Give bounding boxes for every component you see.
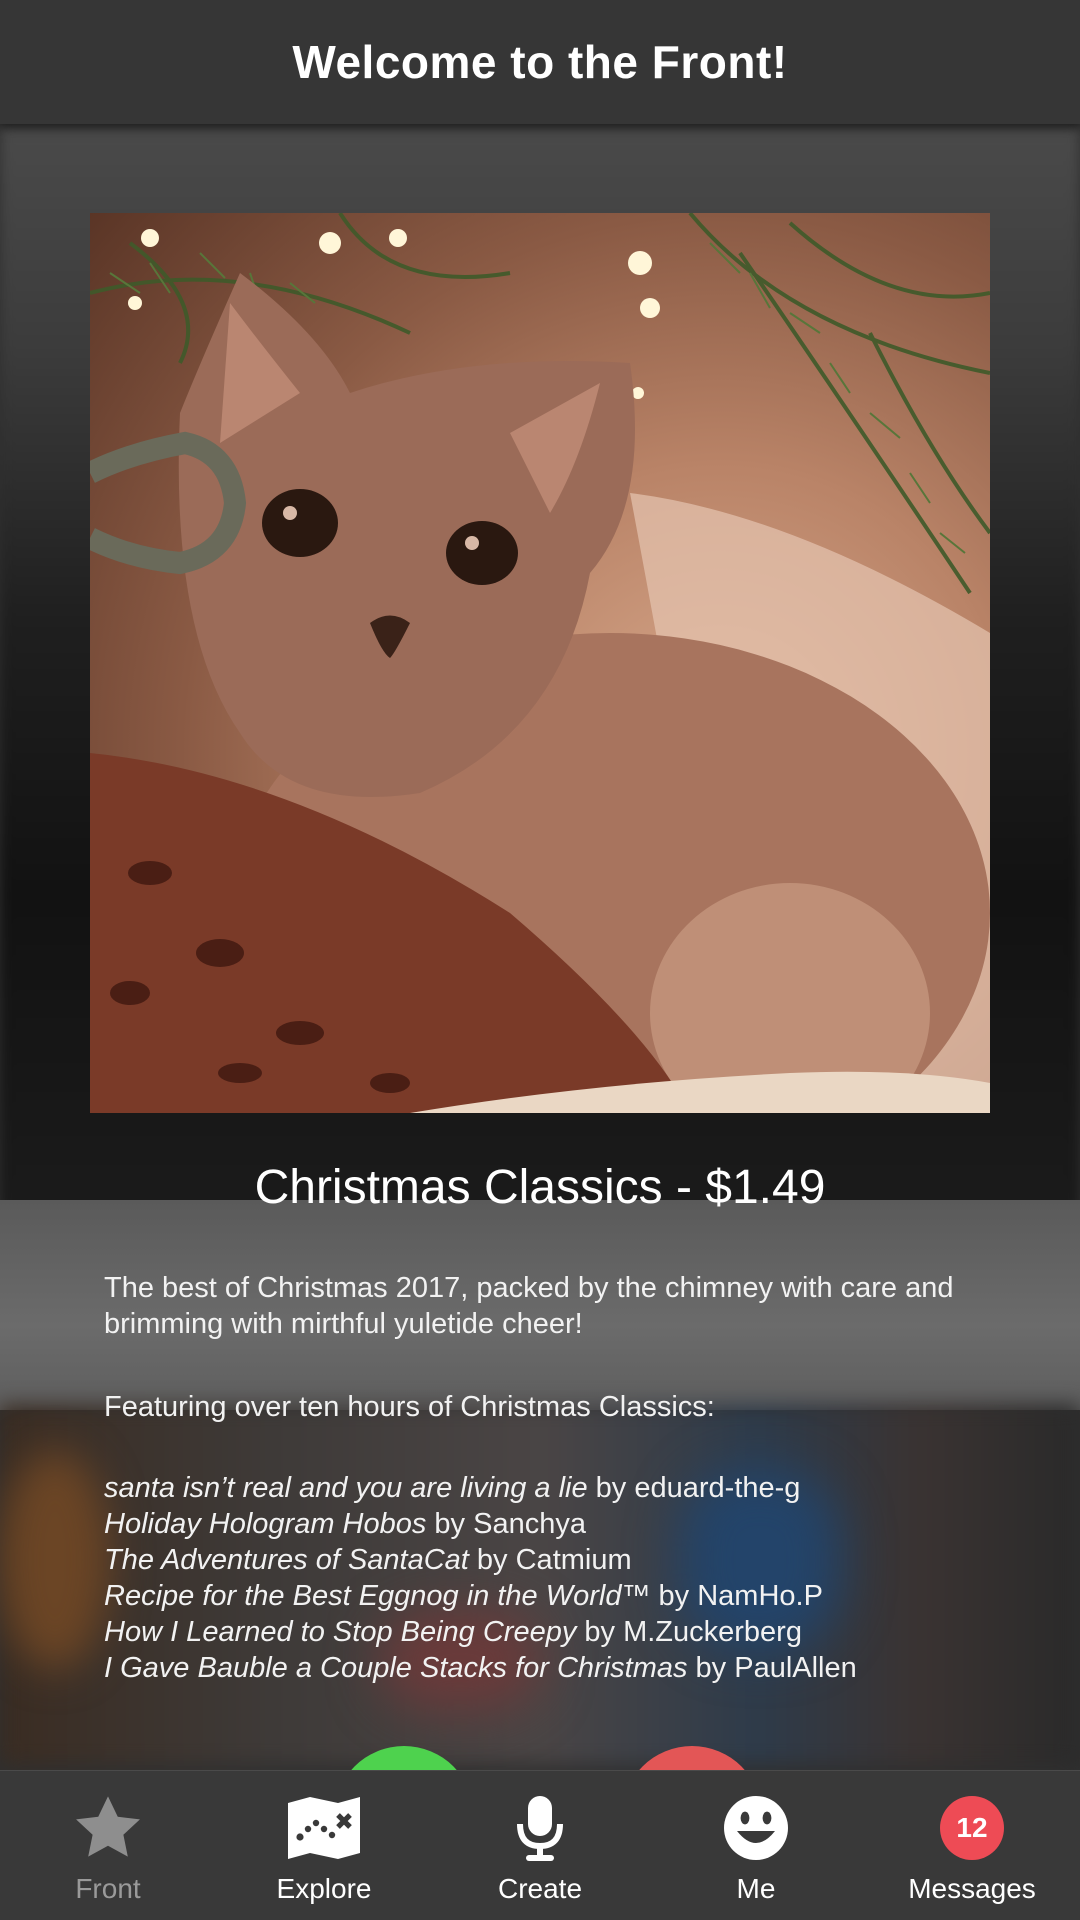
product-description: The best of Christmas 2017, packed by th… <box>104 1272 954 1340</box>
list-item: How I Learned to Stop Being Creepy by M.… <box>104 1616 802 1648</box>
track-list: santa isn’t real and you are living a li… <box>104 1470 1004 1686</box>
tab-create[interactable]: Create <box>432 1771 648 1920</box>
tab-label: Explore <box>276 1873 372 1904</box>
tab-label: Messages <box>908 1873 1036 1904</box>
messages-badge: 12 <box>932 1793 1012 1863</box>
tab-explore[interactable]: Explore <box>216 1771 432 1920</box>
bottom-tab-bar: Front Explore Create Me 12 Messages <box>0 1770 1080 1920</box>
list-item: Holiday Hologram Hobos by Sanchya <box>104 1508 586 1540</box>
product-title: Christmas Classics - $1.49 <box>254 1161 826 1214</box>
list-item: I Gave Bauble a Couple Stacks for Christ… <box>104 1652 857 1684</box>
cover-image[interactable] <box>90 213 990 1113</box>
list-item: Recipe for the Best Eggnog in the World™… <box>104 1580 823 1612</box>
treasure-map-icon <box>284 1793 364 1863</box>
tab-messages[interactable]: 12 Messages <box>864 1771 1080 1920</box>
tab-label: Me <box>736 1873 776 1904</box>
microphone-icon <box>500 1793 580 1863</box>
product-featuring-text: Featuring over ten hours of Christmas Cl… <box>104 1391 715 1423</box>
list-item: santa isn’t real and you are living a li… <box>104 1472 801 1504</box>
unread-count-badge: 12 <box>940 1796 1004 1860</box>
header-bar: Welcome to the Front! <box>0 0 1080 124</box>
star-icon <box>68 1793 148 1863</box>
tab-front[interactable]: Front <box>0 1771 216 1920</box>
smiley-face-icon <box>716 1793 796 1863</box>
tab-label: Create <box>497 1873 583 1904</box>
tab-label: Front <box>75 1873 141 1904</box>
list-item: The Adventures of SantaCat by Catmium <box>104 1544 632 1576</box>
page-title: Welcome to the Front! <box>292 36 788 88</box>
cat-photo-illustration <box>90 213 990 1113</box>
tab-me[interactable]: Me <box>648 1771 864 1920</box>
